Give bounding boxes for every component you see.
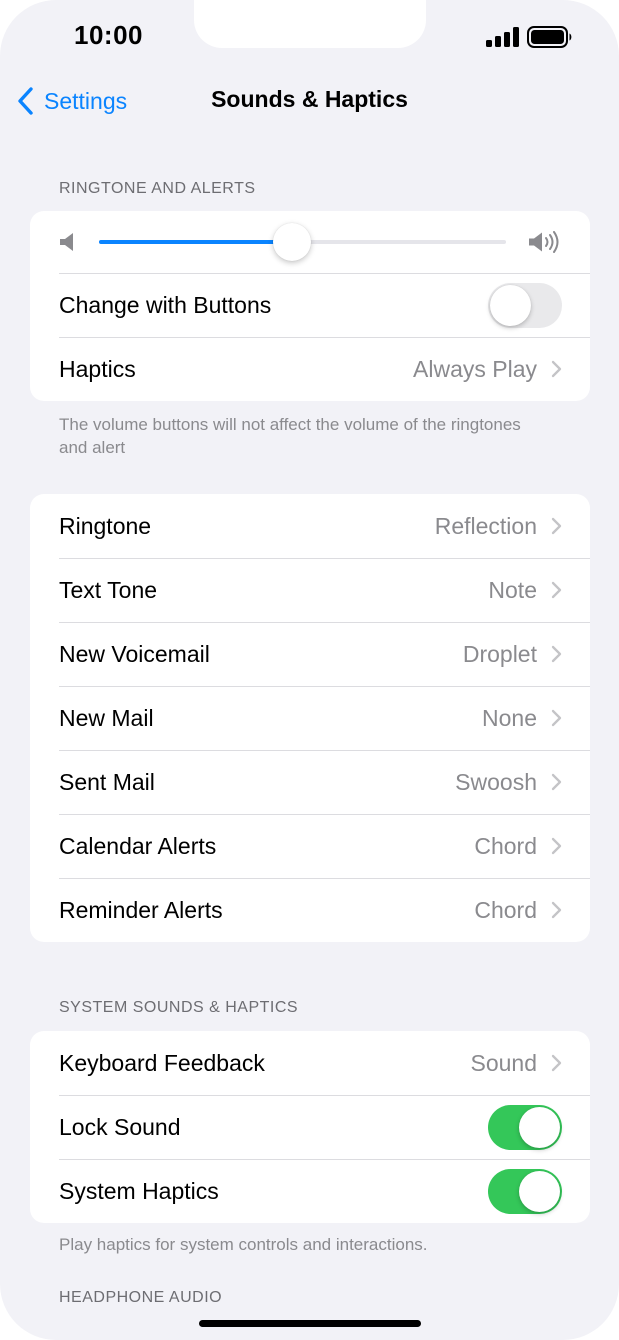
- keyboard-feedback-value: Sound: [470, 1049, 537, 1076]
- chevron-right-icon: [551, 709, 562, 727]
- chevron-right-icon: [551, 901, 562, 919]
- lock-sound-row: Lock Sound: [30, 1095, 590, 1159]
- change-with-buttons-row: Change with Buttons: [30, 273, 590, 337]
- section-header-ringtone-alerts: RINGTONE AND ALERTS: [59, 180, 256, 197]
- new-voicemail-row[interactable]: New Voicemail Droplet: [30, 622, 590, 686]
- system-haptics-label: System Haptics: [59, 1177, 219, 1204]
- sent-mail-row[interactable]: Sent Mail Swoosh: [30, 750, 590, 814]
- haptics-row[interactable]: Haptics Always Play: [30, 337, 590, 401]
- ringtone-alerts-footer: The volume buttons will not affect the v…: [59, 415, 521, 457]
- toggle-knob: [490, 284, 531, 326]
- ringtone-value: Reflection: [434, 512, 537, 539]
- sent-mail-label: Sent Mail: [59, 768, 155, 795]
- notch: [194, 0, 426, 48]
- text-tone-label: Text Tone: [59, 576, 158, 603]
- section-header-system-sounds: SYSTEM SOUNDS & HAPTICS: [59, 999, 299, 1016]
- volume-low-icon: [60, 233, 73, 251]
- change-with-buttons-label: Change with Buttons: [59, 291, 272, 318]
- lock-sound-toggle[interactable]: [488, 1104, 562, 1150]
- tones-card: Ringtone Reflection Text Tone Note New Voice…: [30, 494, 590, 942]
- battery-icon: [527, 26, 572, 48]
- section-header-headphone-audio: HEADPHONE AUDIO: [59, 1289, 223, 1306]
- cellular-signal-icon: [486, 27, 519, 47]
- calendar-alerts-label: Calendar Alerts: [59, 832, 217, 859]
- chevron-right-icon: [551, 1054, 562, 1072]
- reminder-alerts-value: Chord: [474, 896, 537, 923]
- volume-slider-thumb[interactable]: [273, 223, 312, 261]
- system-haptics-toggle[interactable]: [488, 1168, 562, 1214]
- text-tone-row[interactable]: Text Tone Note: [30, 558, 590, 622]
- status-time: 10:00: [74, 20, 143, 50]
- chevron-right-icon: [551, 517, 562, 535]
- keyboard-feedback-label: Keyboard Feedback: [59, 1049, 265, 1076]
- volume-slider-row: [30, 211, 590, 273]
- phone-screen: 10:00 Settings Sounds & Haptics RINGTONE…: [0, 0, 619, 1340]
- page-title: Sounds & Haptics: [211, 86, 408, 112]
- lock-sound-label: Lock Sound: [59, 1113, 181, 1140]
- haptics-label: Haptics: [59, 355, 136, 382]
- haptics-value: Always Play: [413, 355, 537, 382]
- new-voicemail-value: Droplet: [462, 640, 537, 667]
- toggle-knob: [519, 1170, 560, 1212]
- chevron-right-icon: [551, 581, 562, 599]
- text-tone-value: Note: [488, 576, 537, 603]
- keyboard-feedback-row[interactable]: Keyboard Feedback Sound: [30, 1031, 590, 1095]
- system-sounds-footer: Play haptics for system controls and int…: [59, 1235, 428, 1254]
- calendar-alerts-row[interactable]: Calendar Alerts Chord: [30, 814, 590, 878]
- ringtone-row[interactable]: Ringtone Reflection: [30, 494, 590, 558]
- system-haptics-row: System Haptics: [30, 1159, 590, 1223]
- volume-slider-fill: [99, 240, 293, 244]
- reminder-alerts-row[interactable]: Reminder Alerts Chord: [30, 878, 590, 942]
- ringtone-label: Ringtone: [59, 512, 152, 539]
- home-indicator: [199, 1320, 421, 1327]
- system-sounds-card: Keyboard Feedback Sound Lock Sound Syste…: [30, 1031, 590, 1223]
- change-with-buttons-toggle[interactable]: [488, 282, 562, 328]
- volume-high-icon: [529, 231, 559, 253]
- chevron-right-icon: [551, 360, 562, 378]
- new-mail-value: None: [482, 704, 537, 731]
- ringtone-alerts-card: Change with Buttons Haptics Always Play: [30, 211, 590, 401]
- toggle-knob: [519, 1106, 560, 1148]
- volume-slider[interactable]: [99, 223, 506, 261]
- chevron-right-icon: [551, 645, 562, 663]
- sent-mail-value: Swoosh: [455, 768, 537, 795]
- new-mail-row[interactable]: New Mail None: [30, 686, 590, 750]
- new-mail-label: New Mail: [59, 704, 154, 731]
- chevron-right-icon: [551, 837, 562, 855]
- chevron-right-icon: [551, 773, 562, 791]
- new-voicemail-label: New Voicemail: [59, 640, 210, 667]
- reminder-alerts-label: Reminder Alerts: [59, 896, 223, 923]
- calendar-alerts-value: Chord: [474, 832, 537, 859]
